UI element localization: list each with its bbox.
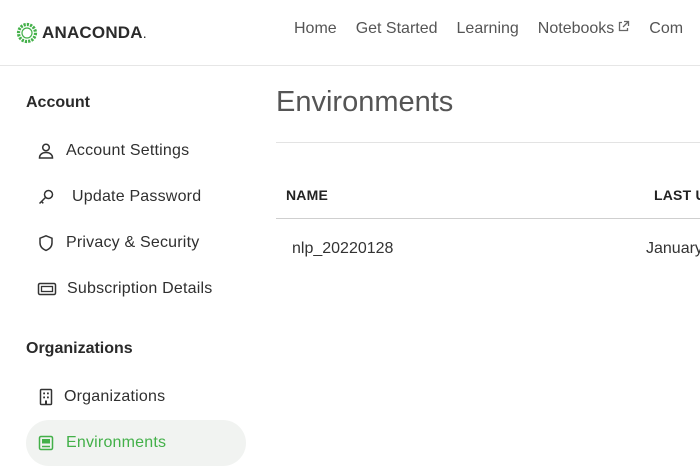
shield-icon [36,233,56,253]
nav-learning[interactable]: Learning [457,20,519,38]
sidebar-item-update-password[interactable]: Update Password [26,174,246,220]
environment-name[interactable]: nlp_20220128 [292,240,393,258]
top-bar: ANACONDA. Home Get Started Learning Note… [0,0,700,66]
sidebar-item-label: Update Password [72,188,202,205]
ticket-icon [36,279,58,299]
sidebar-item-label: Account Settings [66,142,190,159]
title-divider [276,142,700,143]
nav-notebooks[interactable]: Notebooks [538,20,631,38]
brand-name: ANACONDA. [42,23,147,42]
sidebar-item-label: Organizations [64,388,166,405]
section-title-account: Account [26,94,90,111]
main-nav: Home Get Started Learning Notebooks Com [294,20,700,38]
anaconda-ring-icon [16,22,38,44]
anaconda-logo[interactable]: ANACONDA. [16,21,147,45]
sidebar-item-label: Privacy & Security [66,234,200,251]
column-header-last-updated[interactable]: LAST U [654,187,700,203]
nav-get-started[interactable]: Get Started [356,20,438,38]
sidebar-item-label: Subscription Details [67,280,213,297]
sidebar-item-organizations[interactable]: Organizations [26,374,246,420]
column-header-name[interactable]: NAME [286,187,328,203]
sidebar-item-subscription-details[interactable]: Subscription Details [26,266,246,312]
nav-home[interactable]: Home [294,20,337,38]
section-title-organizations: Organizations [26,340,133,357]
building-icon [36,387,56,407]
sidebar: Account Account Settings Update Password… [0,66,260,466]
environment-icon [36,433,56,453]
nav-community[interactable]: Com [649,20,683,38]
sidebar-item-environments[interactable]: Environments [26,420,246,466]
sidebar-item-account-settings[interactable]: Account Settings [26,128,246,174]
sidebar-item-privacy-security[interactable]: Privacy & Security [26,220,246,266]
page-title: Environments [276,86,454,118]
user-icon [36,141,56,161]
environment-last-updated: January [646,240,700,257]
external-link-icon [617,20,630,38]
key-icon [36,187,56,207]
sidebar-item-label: Environments [66,434,167,451]
